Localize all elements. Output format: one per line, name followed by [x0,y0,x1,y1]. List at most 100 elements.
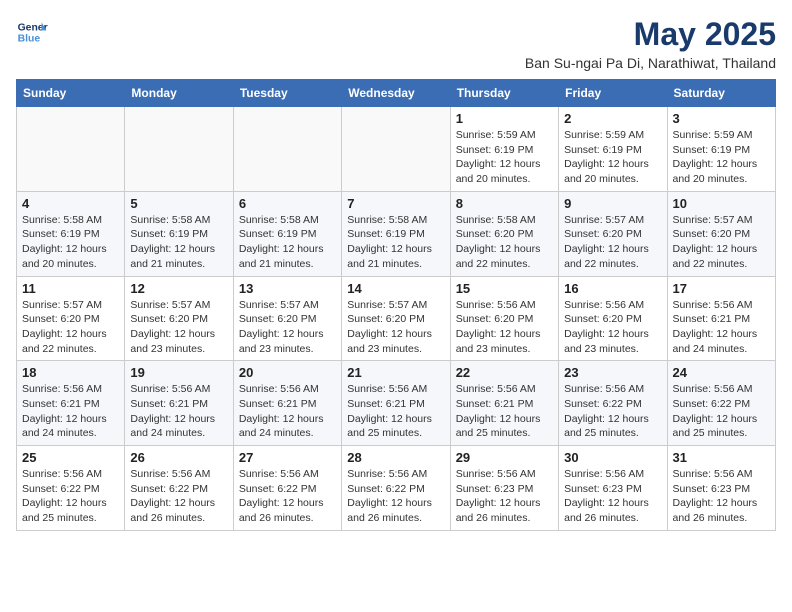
calendar-cell: 23 Sunrise: 5:56 AM Sunset: 6:22 PM Dayli… [559,361,667,446]
calendar-cell [17,107,125,192]
logo-icon: General Blue [16,16,48,48]
day-info: Sunrise: 5:56 AM Sunset: 6:21 PM Dayligh… [456,382,553,441]
header: General Blue May 2025 Ban Su-ngai Pa Di,… [16,16,776,71]
week-row-3: 11Sunrise: 5:57 AM Sunset: 6:20 PM Dayli… [17,276,776,361]
calendar-cell: 24 Sunrise: 5:56 AM Sunset: 6:22 PM Dayli… [667,361,775,446]
main-title: May 2025 [525,16,776,53]
calendar-cell: 6 Sunrise: 5:58 AM Sunset: 6:19 PM Daylig… [233,191,341,276]
day-info: Sunrise: 5:58 AM Sunset: 6:19 PM Dayligh… [239,213,336,272]
day-info: Sunrise: 5:56 AM Sunset: 6:23 PM Dayligh… [456,467,553,526]
calendar-cell [125,107,233,192]
calendar-cell: 4Sunrise: 5:58 AM Sunset: 6:19 PM Daylig… [17,191,125,276]
day-info: Sunrise: 5:56 AM Sunset: 6:23 PM Dayligh… [673,467,770,526]
calendar-cell: 22 Sunrise: 5:56 AM Sunset: 6:21 PM Dayli… [450,361,558,446]
weekday-header-saturday: Saturday [667,80,775,107]
calendar-cell [233,107,341,192]
weekday-header-friday: Friday [559,80,667,107]
calendar-cell: 14 Sunrise: 5:57 AM Sunset: 6:20 PM Dayli… [342,276,450,361]
calendar-cell: 9Sunrise: 5:57 AM Sunset: 6:20 PM Daylig… [559,191,667,276]
calendar-cell: 1 Sunrise: 5:59 AM Sunset: 6:19 PM Daylig… [450,107,558,192]
day-info: Sunrise: 5:59 AM Sunset: 6:19 PM Dayligh… [564,128,661,187]
calendar-cell: 27Sunrise: 5:56 AM Sunset: 6:22 PM Dayli… [233,446,341,531]
day-info: Sunrise: 5:59 AM Sunset: 6:19 PM Dayligh… [456,128,553,187]
calendar: SundayMondayTuesdayWednesdayThursdayFrid… [16,79,776,531]
day-number: 29 [456,450,553,465]
subtitle: Ban Su-ngai Pa Di, Narathiwat, Thailand [525,55,776,71]
calendar-header: SundayMondayTuesdayWednesdayThursdayFrid… [17,80,776,107]
day-number: 23 [564,365,661,380]
day-info: Sunrise: 5:58 AM Sunset: 6:19 PM Dayligh… [22,213,119,272]
day-number: 6 [239,196,336,211]
calendar-cell: 13 Sunrise: 5:57 AM Sunset: 6:20 PM Dayli… [233,276,341,361]
calendar-cell: 19 Sunrise: 5:56 AM Sunset: 6:21 PM Dayli… [125,361,233,446]
weekday-header-monday: Monday [125,80,233,107]
day-number: 3 [673,111,770,126]
weekday-row: SundayMondayTuesdayWednesdayThursdayFrid… [17,80,776,107]
day-info: Sunrise: 5:56 AM Sunset: 6:22 PM Dayligh… [130,467,227,526]
day-number: 14 [347,281,444,296]
day-number: 1 [456,111,553,126]
day-number: 26 [130,450,227,465]
day-info: Sunrise: 5:56 AM Sunset: 6:23 PM Dayligh… [564,467,661,526]
day-info: Sunrise: 5:58 AM Sunset: 6:19 PM Dayligh… [130,213,227,272]
calendar-cell: 16Sunrise: 5:56 AM Sunset: 6:20 PM Dayli… [559,276,667,361]
week-row-5: 25Sunrise: 5:56 AM Sunset: 6:22 PM Dayli… [17,446,776,531]
day-info: Sunrise: 5:56 AM Sunset: 6:22 PM Dayligh… [673,382,770,441]
day-info: Sunrise: 5:56 AM Sunset: 6:22 PM Dayligh… [564,382,661,441]
day-number: 24 [673,365,770,380]
day-info: Sunrise: 5:56 AM Sunset: 6:21 PM Dayligh… [239,382,336,441]
day-number: 18 [22,365,119,380]
day-info: Sunrise: 5:56 AM Sunset: 6:22 PM Dayligh… [239,467,336,526]
calendar-cell: 30Sunrise: 5:56 AM Sunset: 6:23 PM Dayli… [559,446,667,531]
day-info: Sunrise: 5:57 AM Sunset: 6:20 PM Dayligh… [347,298,444,357]
day-info: Sunrise: 5:57 AM Sunset: 6:20 PM Dayligh… [130,298,227,357]
day-number: 28 [347,450,444,465]
day-number: 13 [239,281,336,296]
calendar-cell: 15 Sunrise: 5:56 AM Sunset: 6:20 PM Dayli… [450,276,558,361]
day-number: 31 [673,450,770,465]
day-number: 2 [564,111,661,126]
week-row-2: 4Sunrise: 5:58 AM Sunset: 6:19 PM Daylig… [17,191,776,276]
calendar-cell: 18 Sunrise: 5:56 AM Sunset: 6:21 PM Dayli… [17,361,125,446]
calendar-cell: 7Sunrise: 5:58 AM Sunset: 6:19 PM Daylig… [342,191,450,276]
week-row-4: 18 Sunrise: 5:56 AM Sunset: 6:21 PM Dayli… [17,361,776,446]
day-number: 12 [130,281,227,296]
day-info: Sunrise: 5:56 AM Sunset: 6:21 PM Dayligh… [22,382,119,441]
day-number: 15 [456,281,553,296]
calendar-cell: 21Sunrise: 5:56 AM Sunset: 6:21 PM Dayli… [342,361,450,446]
day-info: Sunrise: 5:57 AM Sunset: 6:20 PM Dayligh… [673,213,770,272]
title-area: May 2025 Ban Su-ngai Pa Di, Narathiwat, … [525,16,776,71]
calendar-cell [342,107,450,192]
week-row-1: 1 Sunrise: 5:59 AM Sunset: 6:19 PM Daylig… [17,107,776,192]
day-info: Sunrise: 5:58 AM Sunset: 6:20 PM Dayligh… [456,213,553,272]
day-info: Sunrise: 5:56 AM Sunset: 6:21 PM Dayligh… [130,382,227,441]
weekday-header-wednesday: Wednesday [342,80,450,107]
day-info: Sunrise: 5:56 AM Sunset: 6:20 PM Dayligh… [456,298,553,357]
calendar-cell: 26 Sunrise: 5:56 AM Sunset: 6:22 PM Dayli… [125,446,233,531]
day-info: Sunrise: 5:56 AM Sunset: 6:21 PM Dayligh… [673,298,770,357]
calendar-cell: 12 Sunrise: 5:57 AM Sunset: 6:20 PM Dayli… [125,276,233,361]
day-number: 22 [456,365,553,380]
calendar-cell: 20Sunrise: 5:56 AM Sunset: 6:21 PM Dayli… [233,361,341,446]
weekday-header-sunday: Sunday [17,80,125,107]
day-info: Sunrise: 5:57 AM Sunset: 6:20 PM Dayligh… [22,298,119,357]
calendar-cell: 3Sunrise: 5:59 AM Sunset: 6:19 PM Daylig… [667,107,775,192]
calendar-cell: 25Sunrise: 5:56 AM Sunset: 6:22 PM Dayli… [17,446,125,531]
calendar-cell: 31 Sunrise: 5:56 AM Sunset: 6:23 PM Dayli… [667,446,775,531]
calendar-cell: 28Sunrise: 5:56 AM Sunset: 6:22 PM Dayli… [342,446,450,531]
weekday-header-thursday: Thursday [450,80,558,107]
day-number: 19 [130,365,227,380]
day-info: Sunrise: 5:58 AM Sunset: 6:19 PM Dayligh… [347,213,444,272]
day-info: Sunrise: 5:56 AM Sunset: 6:22 PM Dayligh… [22,467,119,526]
calendar-cell: 5Sunrise: 5:58 AM Sunset: 6:19 PM Daylig… [125,191,233,276]
day-info: Sunrise: 5:57 AM Sunset: 6:20 PM Dayligh… [239,298,336,357]
day-number: 9 [564,196,661,211]
day-number: 17 [673,281,770,296]
calendar-body: 1 Sunrise: 5:59 AM Sunset: 6:19 PM Daylig… [17,107,776,531]
svg-text:Blue: Blue [18,34,41,45]
calendar-cell: 17 Sunrise: 5:56 AM Sunset: 6:21 PM Dayli… [667,276,775,361]
day-info: Sunrise: 5:56 AM Sunset: 6:21 PM Dayligh… [347,382,444,441]
logo: General Blue [16,16,48,48]
calendar-cell: 11Sunrise: 5:57 AM Sunset: 6:20 PM Dayli… [17,276,125,361]
day-info: Sunrise: 5:56 AM Sunset: 6:20 PM Dayligh… [564,298,661,357]
